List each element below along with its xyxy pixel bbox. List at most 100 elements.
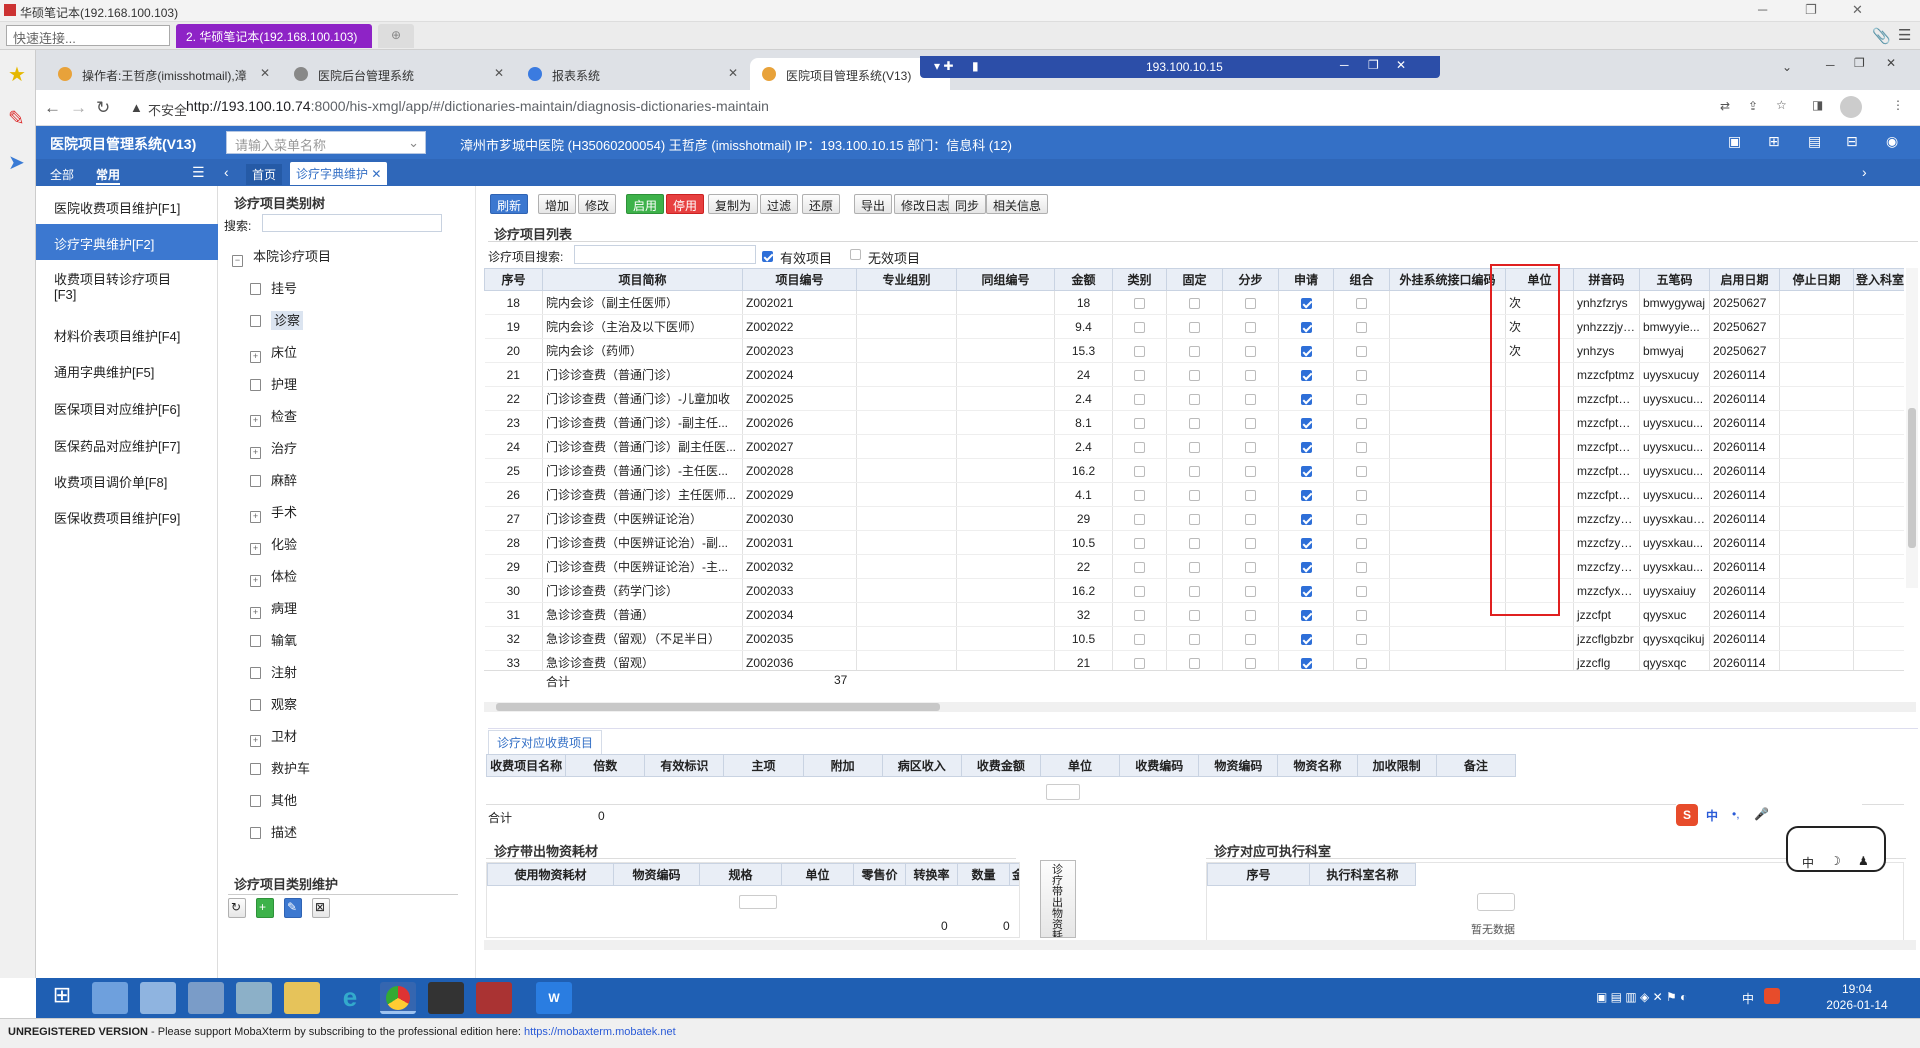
column-header[interactable]: 使用物资耗材 [487,863,614,886]
column-header[interactable]: 单位 [781,863,854,886]
warning-icon[interactable]: ▲ [130,100,143,115]
column-header[interactable]: 执行科室名称 [1309,863,1416,886]
related-info-button[interactable]: 相关信息 [986,194,1049,214]
tab-home[interactable]: 首页 [246,164,283,185]
menu-item-active[interactable]: 诊疗字典维护[F2] [36,224,218,260]
terminal-icon[interactable] [428,982,464,1014]
table-row[interactable]: 27 门诊诊查费（中医辨证论治） Z002030 29 mzzcfzybzlz uyysx… [484,506,1904,531]
row-checkbox[interactable] [1245,417,1256,429]
row-checkbox[interactable] [1300,417,1312,429]
row-checkbox[interactable] [1189,297,1200,309]
column-header[interactable]: 申请 [1278,268,1334,291]
table-row[interactable]: 19 院内会诊（主治及以下医师） Z002022 9.4 次 ynhzzzjyxys bmw… [484,314,1904,339]
column-header[interactable]: 备注 [1435,754,1517,777]
row-checkbox[interactable] [1356,393,1367,405]
mobaxterm-link[interactable]: https://mobaxterm.mobatek.net [524,1026,676,1038]
list-search-input[interactable] [574,245,756,264]
row-checkbox[interactable] [1356,609,1367,621]
session-tab[interactable]: 2. 华硕笔记本(192.168.100.103) [176,24,372,48]
tree-node[interactable]: + 检查 [250,406,470,438]
expand-icon[interactable]: + [250,447,261,459]
clock-time[interactable]: 19:04 [1822,982,1892,996]
menu-item[interactable]: 医保药品对应维护[F7] [36,426,218,462]
add-button[interactable]: 增加 [538,194,577,214]
column-header[interactable]: 主项 [723,754,804,777]
row-checkbox[interactable] [1300,465,1312,477]
row-checkbox[interactable] [1356,345,1367,357]
table-row[interactable]: 29 门诊诊查费（中医辨证论治）-主... Z002032 22 mzzcfzyb...… [484,554,1904,579]
row-checkbox[interactable] [1189,417,1200,429]
expand-icon[interactable]: + [250,415,261,427]
row-checkbox[interactable] [1245,345,1256,357]
column-header[interactable]: 物资名称 [1277,754,1358,777]
column-header[interactable]: 序号 [484,268,543,291]
row-checkbox[interactable] [1134,585,1145,597]
table-row[interactable]: 31 急诊诊查费（普通） Z002034 32 jzzcfpt qyysxuc 202601… [484,602,1904,627]
row-checkbox[interactable] [1189,585,1200,597]
chevron-right-icon[interactable]: › [1862,164,1867,180]
invalid-checkbox[interactable] [850,249,861,260]
expand-icon[interactable]: + [250,575,261,587]
column-header[interactable]: 数量 [957,863,1010,886]
lock-icon[interactable]: ⊟ [1846,133,1858,150]
menu-item[interactable]: 医保项目对应维护[F6] [36,389,218,425]
tab-all[interactable]: 全部 [50,166,74,183]
row-checkbox[interactable] [1189,393,1200,405]
row-checkbox[interactable] [1300,369,1312,381]
row-checkbox[interactable] [1134,561,1145,573]
row-checkbox[interactable] [1300,609,1312,621]
tab-current[interactable]: 诊疗字典维护 ✕ [290,162,388,185]
row-checkbox[interactable] [1356,441,1367,453]
bottom-scrollbar[interactable] [484,940,1916,950]
copy-as-button[interactable]: 复制为 [708,194,759,214]
minimize-icon[interactable]: ─ [1340,58,1349,72]
column-header[interactable]: 专业组别 [856,268,957,291]
row-checkbox[interactable] [1356,537,1367,549]
table-row[interactable]: 22 门诊诊查费（普通门诊）-儿童加收 Z002025 2.4 mzzcfptm... u… [484,386,1904,411]
restore-button[interactable]: 还原 [802,194,841,214]
row-checkbox[interactable] [1245,321,1256,333]
punct-icon[interactable]: •, [1732,807,1740,821]
row-checkbox[interactable] [1134,297,1145,309]
expand-icon[interactable]: + [250,735,261,747]
refresh-icon[interactable]: ↻ [228,898,246,918]
tree-node[interactable]: + 治疗 [250,438,470,470]
row-checkbox[interactable] [1189,633,1200,645]
tree-node[interactable]: 输氧 [250,630,470,662]
row-checkbox[interactable] [1134,513,1145,525]
add-icon[interactable]: + [256,898,274,918]
menu-item[interactable]: 通用字典维护[F5] [36,352,218,388]
edit-button[interactable]: 修改 [578,194,617,214]
translate-icon[interactable]: ⇄ [1720,99,1730,113]
column-header[interactable]: 项目简称 [542,268,743,291]
db-tool-icon[interactable] [476,982,512,1014]
row-checkbox[interactable] [1134,441,1145,453]
row-checkbox[interactable] [1300,393,1312,405]
row-checkbox[interactable] [1189,489,1200,501]
row-checkbox[interactable] [1134,465,1145,477]
table-row[interactable]: 28 门诊诊查费（中医辨证论治）-副... Z002031 10.5 mzzcfzyb.… [484,530,1904,555]
delete-icon[interactable]: ⊠ [312,898,330,918]
tab-dropdown-icon[interactable]: ⌄ [1782,60,1792,74]
row-checkbox[interactable] [1189,561,1200,573]
close-tab-icon[interactable]: ✕ [260,66,270,80]
row-checkbox[interactable] [1356,657,1367,669]
table-row[interactable]: 26 门诊诊查费（普通门诊）主任医师... Z002029 4.1 mzzcfptm..… [484,482,1904,507]
row-checkbox[interactable] [1245,441,1256,453]
column-header[interactable]: 五笔码 [1639,268,1710,291]
mic-icon[interactable]: 🎤 [1754,807,1769,821]
column-header[interactable]: 项目编号 [742,268,857,291]
scroll-thumb[interactable] [496,703,940,711]
row-checkbox[interactable] [1300,441,1312,453]
bookmark-icon[interactable]: ☆ [1776,98,1787,112]
tools-icon[interactable]: ✎ [8,106,25,131]
tree-node[interactable]: + 体检 [250,566,470,598]
column-header[interactable]: 外挂系统接口编码 [1389,268,1506,291]
table-row[interactable]: 20 院内会诊（药师） Z002023 15.3 次 ynhzys bmwyaj 202506… [484,338,1904,363]
grid-horizontal-scrollbar[interactable] [484,702,1916,712]
profile-avatar[interactable] [1840,96,1862,118]
send-icon[interactable]: ➤ [8,150,25,175]
row-checkbox[interactable] [1245,633,1256,645]
tree-node[interactable]: + 病理 [250,598,470,630]
row-checkbox[interactable] [1300,561,1312,573]
